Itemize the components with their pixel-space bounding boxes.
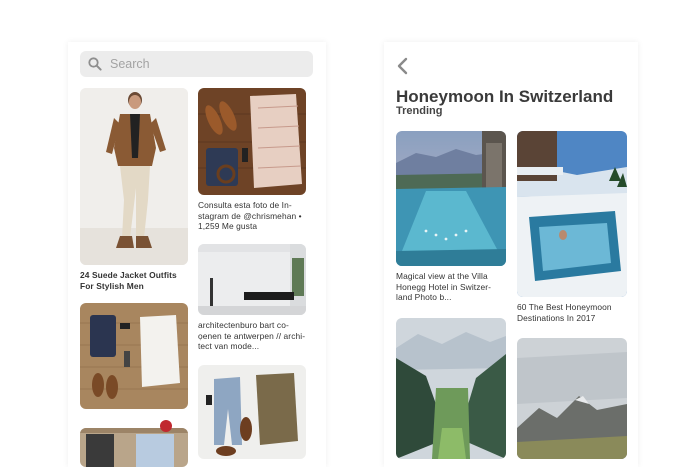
pin-mountain-peak[interactable]: [517, 338, 627, 459]
pin-image[interactable]: [80, 428, 188, 467]
pin-flatlay-white-shirt[interactable]: [80, 303, 188, 414]
pin-alpine-valley[interactable]: [396, 318, 506, 459]
pin-image[interactable]: [396, 131, 506, 266]
pin-image[interactable]: [80, 303, 188, 409]
pin-caption: 60 The Best Honeymoon Destinations In 20…: [517, 302, 612, 323]
pin-image[interactable]: [198, 244, 306, 315]
search-icon: [88, 57, 102, 71]
pin-caption: 24 Suede Jacket Outfits For Stylish Men: [80, 270, 177, 291]
pin-image[interactable]: [396, 318, 506, 459]
pin-image[interactable]: [198, 88, 306, 195]
board-screen: Honeymoon In Switzerland Trending Magica…: [384, 42, 638, 467]
pin-suede-jacket[interactable]: 24 Suede Jacket Outfits For Stylish Men: [80, 88, 188, 291]
pin-image[interactable]: [517, 131, 627, 297]
pin-architect-bathroom[interactable]: architectenburo bart co-ọenen te antwerp…: [198, 244, 306, 352]
chevron-left-icon[interactable]: [394, 56, 412, 76]
pin-instagram-flatlay[interactable]: Consulta esta foto de In-stagram de @chr…: [198, 88, 306, 232]
notification-dot: [160, 420, 172, 432]
pin-villa-honegg[interactable]: Magical view at the Villa Honegg Hotel i…: [396, 131, 506, 303]
pin-caption: architectenburo bart co-ọenen te antwerp…: [198, 320, 306, 352]
board-subtitle: Trending: [396, 105, 443, 117]
search-bar[interactable]: [80, 51, 313, 77]
pin-image[interactable]: [517, 338, 627, 459]
search-input[interactable]: [108, 56, 302, 72]
pin-best-honeymoon[interactable]: 60 The Best Honeymoon Destinations In 20…: [517, 131, 627, 323]
pin-shirts-rack[interactable]: [80, 428, 188, 467]
pin-caption: Consulta esta foto de In-stagram de @chr…: [198, 200, 302, 232]
home-feed-screen: 24 Suede Jacket Outfits For Stylish Men: [68, 42, 326, 467]
pin-image[interactable]: [80, 88, 188, 265]
pin-jeans-jacket[interactable]: [198, 365, 306, 464]
pin-caption: Magical view at the Villa Honegg Hotel i…: [396, 271, 492, 303]
board-title: Honeymoon In Switzerland: [396, 87, 614, 106]
pin-image[interactable]: [198, 365, 306, 459]
